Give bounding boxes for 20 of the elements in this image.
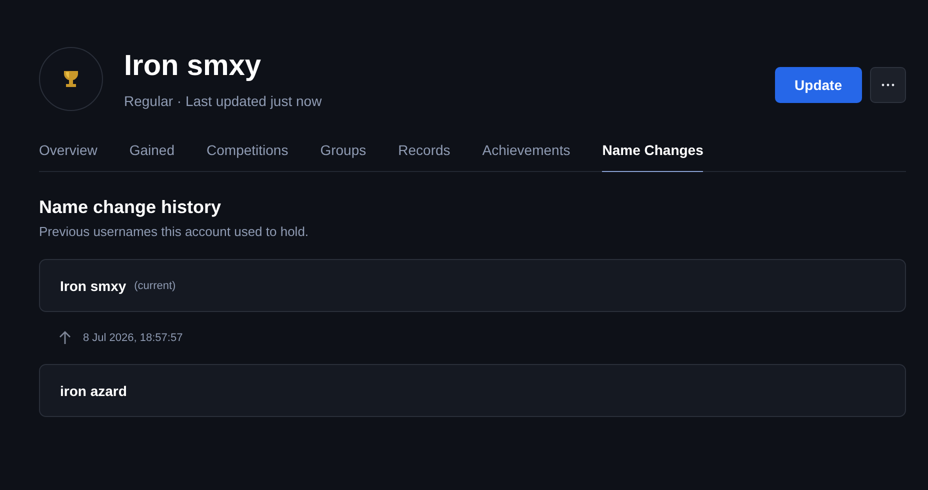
change-date: 8 Jul 2026, 18:57:57 xyxy=(83,332,183,344)
more-icon xyxy=(881,83,895,87)
arrow-up-icon xyxy=(59,331,71,345)
username: iron azard xyxy=(60,382,127,398)
tab[interactable]: Groups xyxy=(320,136,366,172)
player-name: Iron smxy xyxy=(124,50,262,82)
current-label: (current) xyxy=(134,280,176,292)
tab[interactable]: Overview xyxy=(39,136,98,172)
username: Iron smxy xyxy=(60,278,126,294)
section-description: Previous usernames this account used to hold. xyxy=(39,224,310,239)
tab[interactable]: Name Changes xyxy=(602,136,704,172)
update-button[interactable]: Update xyxy=(774,67,862,103)
tab[interactable]: Achievements xyxy=(482,136,570,172)
tab[interactable]: Competitions xyxy=(206,136,288,172)
trophy-icon xyxy=(63,69,79,89)
tab[interactable]: Records xyxy=(398,136,450,172)
more-button[interactable] xyxy=(870,67,906,103)
tab[interactable]: Gained xyxy=(129,136,175,172)
section-title: Name change history xyxy=(39,197,222,218)
player-subtitle: Regular · Last updated just now xyxy=(124,92,323,108)
